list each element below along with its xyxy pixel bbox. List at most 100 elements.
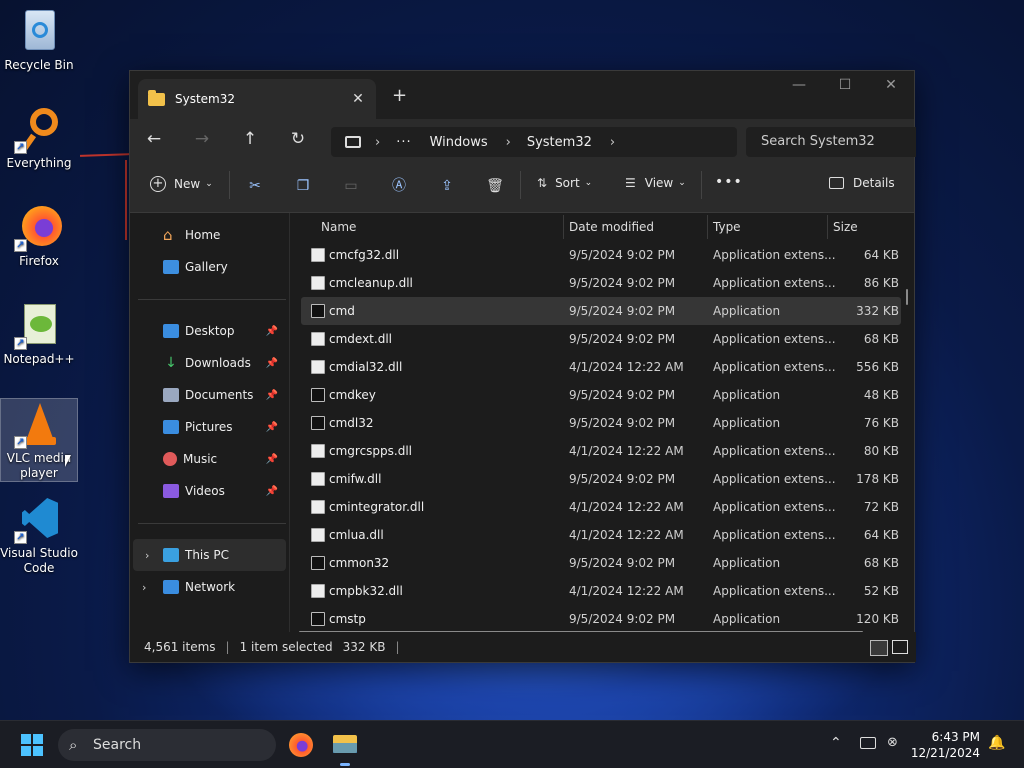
network-status-icon[interactable] bbox=[860, 737, 876, 749]
rename-icon[interactable]: Ⓐ bbox=[390, 177, 408, 195]
pin-icon[interactable]: 📌 bbox=[266, 326, 278, 337]
pin-icon[interactable]: 📌 bbox=[266, 454, 278, 465]
breadcrumb-windows[interactable]: Windows bbox=[430, 135, 488, 150]
file-row[interactable]: cmd 9/5/2024 9:02 PM Application 332 KB bbox=[301, 297, 901, 325]
copy-icon[interactable]: ❐ bbox=[294, 177, 312, 195]
taskbar-firefox-icon[interactable] bbox=[289, 733, 313, 757]
breadcrumb-system32[interactable]: System32 bbox=[527, 135, 592, 150]
sidebar-item-gallery[interactable]: Gallery bbox=[130, 251, 286, 283]
close-tab-icon[interactable]: ✕ bbox=[346, 91, 370, 107]
firefox-icon: ↗ bbox=[14, 204, 62, 252]
sort-button[interactable]: ⇅ Sort ⌄ bbox=[537, 176, 592, 190]
sidebar-item-videos[interactable]: Videos 📌 bbox=[130, 475, 286, 507]
new-button[interactable]: + New ⌄ bbox=[150, 176, 213, 192]
paste-icon[interactable]: ▭ bbox=[342, 177, 360, 195]
volume-muted-icon[interactable]: ⊗ bbox=[887, 735, 898, 750]
file-size: 80 KB bbox=[863, 444, 899, 458]
file-date: 4/1/2024 12:22 AM bbox=[569, 360, 684, 374]
file-row[interactable]: cmdkey 9/5/2024 9:02 PM Application 48 KB bbox=[301, 381, 901, 409]
sidebar-item-home[interactable]: ⌂ Home bbox=[130, 219, 286, 251]
cut-icon[interactable]: ✂ bbox=[246, 177, 264, 195]
desktop-icon-vlc[interactable]: ↗ VLC media player bbox=[0, 398, 78, 482]
new-tab-button[interactable]: + bbox=[392, 85, 407, 106]
maximize-button[interactable]: ☐ bbox=[822, 77, 868, 93]
clock[interactable]: 6:43 PM 12/21/2024 bbox=[910, 729, 980, 761]
sidebar-item-desktop[interactable]: Desktop 📌 bbox=[130, 315, 286, 347]
breadcrumb-ellipsis[interactable]: ··· bbox=[396, 135, 411, 150]
file-type: Application extens... bbox=[713, 584, 836, 598]
sidebar-item-pictures[interactable]: Pictures 📌 bbox=[130, 411, 286, 443]
file-row[interactable]: cmlua.dll 4/1/2024 12:22 AM Application ex… bbox=[301, 521, 901, 549]
file-type: Application extens... bbox=[713, 444, 836, 458]
column-separator[interactable] bbox=[707, 215, 708, 239]
column-header-date[interactable]: Date modified bbox=[569, 213, 654, 241]
file-row[interactable]: cmifw.dll 9/5/2024 9:02 PM Application ext… bbox=[301, 465, 901, 493]
taskbar-search-box[interactable]: ⌕ Search bbox=[58, 729, 276, 761]
desktop-icon-notepadpp[interactable]: ↗ Notepad++ bbox=[0, 302, 78, 366]
close-window-button[interactable]: ✕ bbox=[868, 77, 914, 93]
file-size: 52 KB bbox=[863, 584, 899, 598]
file-row[interactable]: cmdext.dll 9/5/2024 9:02 PM Application ex… bbox=[301, 325, 901, 353]
search-input[interactable]: Search System32 bbox=[746, 127, 916, 157]
address-bar[interactable]: › ··· Windows › System32 › bbox=[331, 127, 737, 157]
start-button[interactable] bbox=[21, 734, 43, 756]
file-row[interactable]: cmpbk32.dll 4/1/2024 12:22 AM Application … bbox=[301, 577, 901, 605]
desktop-icon-recycle-bin[interactable]: Recycle Bin bbox=[0, 8, 78, 72]
vertical-scrollbar-thumb[interactable] bbox=[906, 289, 908, 305]
file-name: cmcfg32.dll bbox=[329, 248, 400, 262]
file-type: Application extens... bbox=[713, 248, 836, 262]
desktop-icon-firefox[interactable]: ↗ Firefox bbox=[0, 204, 78, 268]
sidebar-item-downloads[interactable]: ↓ Downloads 📌 bbox=[130, 347, 286, 379]
file-row[interactable]: cmmon32 9/5/2024 9:02 PM Application 68 KB bbox=[301, 549, 901, 577]
column-separator[interactable] bbox=[563, 215, 564, 239]
share-icon[interactable]: ⇪ bbox=[438, 177, 456, 195]
more-options-button[interactable]: ••• bbox=[715, 174, 743, 190]
file-date: 9/5/2024 9:02 PM bbox=[569, 472, 676, 486]
sort-caret-icon: ^ bbox=[436, 213, 444, 219]
sidebar-item-documents[interactable]: Documents 📌 bbox=[130, 379, 286, 411]
file-row[interactable]: cmgrcspps.dll 4/1/2024 12:22 AM Applicatio… bbox=[301, 437, 901, 465]
sidebar-item-label: Music bbox=[183, 452, 218, 466]
column-header-size[interactable]: Size bbox=[833, 213, 858, 241]
sidebar-item-network[interactable]: › Network bbox=[130, 571, 286, 603]
forward-arrow-icon[interactable]: → bbox=[178, 129, 226, 149]
file-row[interactable]: cmcleanup.dll 9/5/2024 9:02 PM Application… bbox=[301, 269, 901, 297]
taskbar-file-explorer-icon[interactable] bbox=[333, 735, 357, 753]
title-bar: System32 ✕ + — ☐ ✕ bbox=[130, 71, 914, 119]
delete-icon[interactable]: 🗑 bbox=[486, 177, 504, 195]
pin-icon[interactable]: 📌 bbox=[266, 358, 278, 369]
file-row[interactable]: cmdl32 9/5/2024 9:02 PM Application 76 KB bbox=[301, 409, 901, 437]
sidebar-item-music[interactable]: Music 📌 bbox=[130, 443, 286, 475]
file-row[interactable]: cmstp 9/5/2024 9:02 PM Application 120 KB bbox=[301, 605, 901, 633]
file-type: Application extens... bbox=[713, 276, 836, 290]
details-view-icon[interactable] bbox=[870, 640, 888, 656]
file-row[interactable]: cmcfg32.dll 9/5/2024 9:02 PM Application e… bbox=[301, 241, 901, 269]
up-arrow-icon[interactable]: ↑ bbox=[226, 129, 274, 149]
details-pane-button[interactable]: Details bbox=[829, 176, 895, 190]
notification-bell-icon[interactable]: 🔔 bbox=[988, 735, 1005, 751]
tab-system32[interactable]: System32 ✕ bbox=[138, 79, 376, 119]
tiles-view-icon[interactable] bbox=[892, 640, 908, 654]
column-header-type[interactable]: Type bbox=[713, 213, 741, 241]
expand-chevron-icon[interactable]: › bbox=[142, 581, 146, 594]
file-date: 4/1/2024 12:22 AM bbox=[569, 500, 684, 514]
desktop-icon-everything[interactable]: ↗ Everything bbox=[0, 106, 78, 170]
monitor-icon bbox=[345, 136, 361, 148]
file-name: cmlua.dll bbox=[329, 528, 384, 542]
sidebar-item-this-pc[interactable]: › This PC bbox=[133, 539, 286, 571]
pin-icon[interactable]: 📌 bbox=[266, 422, 278, 433]
pin-icon[interactable]: 📌 bbox=[266, 486, 278, 497]
expand-chevron-icon[interactable]: › bbox=[145, 549, 149, 562]
file-row[interactable]: cmintegrator.dll 4/1/2024 12:22 AM Applica… bbox=[301, 493, 901, 521]
pin-icon[interactable]: 📌 bbox=[266, 390, 278, 401]
show-hidden-icons-chevron-icon[interactable]: ⌃ bbox=[830, 735, 842, 751]
file-size: 64 KB bbox=[863, 248, 899, 262]
column-header-name[interactable]: Name bbox=[321, 213, 356, 241]
minimize-button[interactable]: — bbox=[776, 77, 822, 93]
back-arrow-icon[interactable]: ← bbox=[130, 129, 178, 149]
refresh-icon[interactable]: ↻ bbox=[274, 129, 322, 149]
desktop-icon-vscode[interactable]: ↗ Visual Studio Code bbox=[0, 496, 78, 576]
file-row[interactable]: cmdial32.dll 4/1/2024 12:22 AM Application… bbox=[301, 353, 901, 381]
view-button[interactable]: ☰ View ⌄ bbox=[625, 176, 686, 190]
column-separator[interactable] bbox=[827, 215, 828, 239]
